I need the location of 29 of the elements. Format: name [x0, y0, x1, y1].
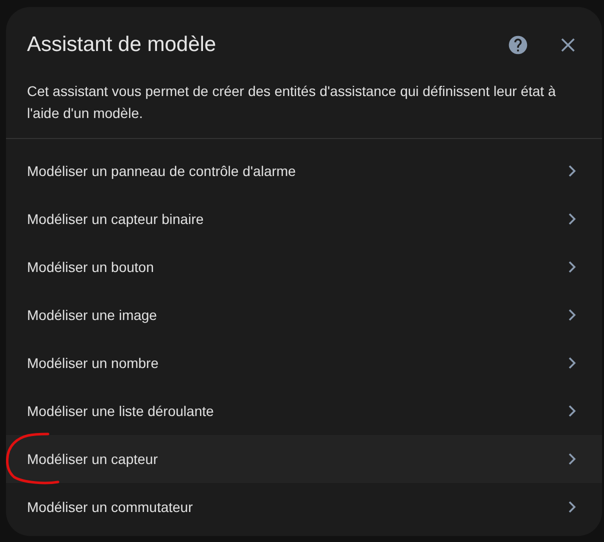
chevron-right-icon	[568, 405, 576, 417]
list-item[interactable]: Modéliser un panneau de contrôle d'alarme	[6, 147, 602, 195]
chevron-right-icon	[568, 357, 576, 369]
chevron-right-icon	[568, 309, 576, 321]
close-icon	[560, 37, 576, 53]
list-item[interactable]: Modéliser un nombre	[6, 339, 602, 387]
list-item[interactable]: Modéliser une image	[6, 291, 602, 339]
item-label: Modéliser un nombre	[27, 354, 160, 372]
item-label: Modéliser une liste déroulante	[27, 402, 215, 420]
item-label: Modéliser un panneau de contrôle d'alarme	[27, 162, 297, 181]
list-item[interactable]: Modéliser un capteur binaire	[6, 195, 602, 243]
dialog-title: Assistant de modèle	[27, 32, 218, 58]
chevron-right-icon	[568, 261, 576, 273]
dialog-description: Cet assistant vous permet de créer des entités d'assistance qui définissent leur état à l'aide d'un modèle.	[26, 82, 557, 123]
list-item[interactable]: Modéliser un commutateur	[6, 483, 602, 531]
chevron-right-icon	[568, 213, 576, 225]
list-item[interactable]: Modéliser un capteur	[6, 435, 602, 483]
help-button[interactable]	[506, 33, 530, 57]
item-label: Modéliser un bouton	[27, 258, 155, 276]
item-label: Modéliser un commutateur	[27, 498, 194, 516]
chevron-right-icon	[568, 165, 576, 177]
help-icon	[507, 34, 529, 56]
list-item[interactable]: Modéliser une liste déroulante	[6, 387, 602, 435]
chevron-right-icon	[568, 453, 576, 465]
item-label: Modéliser un capteur binaire	[27, 210, 205, 229]
item-label: Modéliser un capteur	[27, 450, 159, 469]
list-item[interactable]: Modéliser un bouton	[6, 243, 602, 291]
item-label: Modéliser une image	[27, 306, 158, 325]
chevron-right-icon	[568, 501, 576, 513]
